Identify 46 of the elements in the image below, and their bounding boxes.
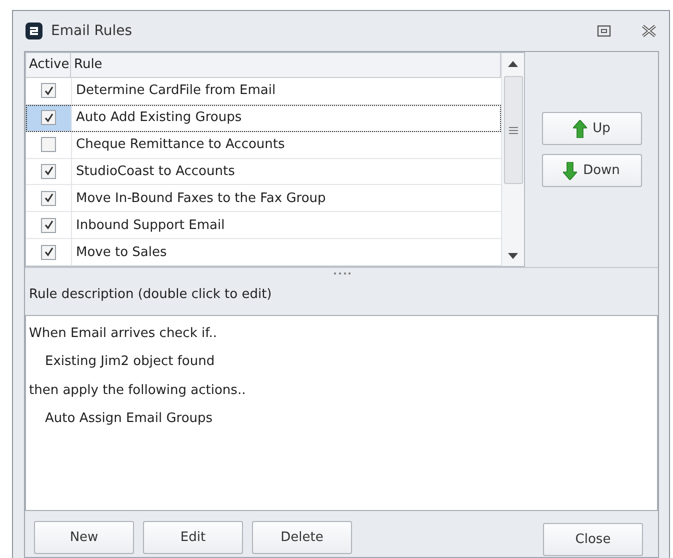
grip-icon [508, 126, 518, 134]
action-button[interactable]: New [34, 520, 134, 554]
scroll-down-icon[interactable] [507, 252, 519, 260]
down-button[interactable]: Down [542, 154, 642, 187]
active-checkbox[interactable] [41, 244, 56, 260]
description-line: Existing Jim2 object found [44, 353, 216, 372]
description-line: When Email arrives check if.. [29, 324, 218, 343]
window-title: Email Rules [51, 23, 134, 39]
scroll-thumb[interactable] [504, 76, 522, 184]
rule-name: Move In-Bound Faxes to the Fax Group [75, 190, 327, 208]
description-label: Rule description (double click to edit) [28, 286, 273, 304]
active-checkbox[interactable] [41, 137, 56, 152]
rule-row[interactable]: Inbound Support Email [26, 212, 501, 240]
app-logo-icon [25, 22, 43, 40]
scroll-up-icon[interactable] [507, 60, 519, 68]
rule-row[interactable]: StudioCoast to Accounts [26, 158, 501, 186]
description-line: then apply the following actions.. [29, 382, 247, 400]
active-checkbox[interactable] [41, 190, 56, 206]
action-button[interactable]: Delete [252, 520, 352, 554]
up-arrow-icon [572, 120, 587, 138]
down-arrow-icon [563, 162, 578, 180]
rule-row[interactable]: Cheque Remittance to Accounts [26, 132, 501, 159]
description-line: Auto Assign Email Groups [44, 410, 214, 428]
active-checkbox[interactable] [41, 218, 56, 233]
scrollbar[interactable] [501, 53, 524, 266]
description-box[interactable]: When Email arrives check if.. Existing Jim2 object found then apply the following actions.. Auto Assign Email Groups [25, 315, 658, 511]
rule-name: Determine CardFile from Email [75, 82, 277, 100]
restore-icon[interactable] [597, 25, 611, 37]
active-checkbox[interactable] [41, 83, 56, 98]
rule-row[interactable]: Determine CardFile from Email [26, 78, 501, 105]
active-checkbox[interactable] [41, 110, 56, 126]
column-header[interactable]: Active [26, 53, 71, 77]
up-button[interactable]: Up [542, 112, 642, 145]
grip-icon [332, 272, 350, 274]
rule-row[interactable]: Auto Add Existing Groups [26, 104, 501, 132]
rule-name: Cheque Remittance to Accounts [75, 136, 286, 154]
close-icon[interactable] [641, 24, 657, 38]
rule-name: Auto Add Existing Groups [75, 109, 243, 128]
active-checkbox[interactable] [41, 164, 56, 179]
close-button[interactable]: Close [543, 522, 643, 556]
rule-name: StudioCoast to Accounts [75, 162, 236, 181]
rule-name: Move to Sales [75, 244, 168, 262]
rule-name: Inbound Support Email [75, 216, 226, 235]
action-button[interactable]: Edit [143, 520, 243, 554]
rule-row[interactable]: Move to Sales [26, 239, 501, 266]
rule-row[interactable]: Move In-Bound Faxes to the Fax Group [26, 185, 501, 212]
